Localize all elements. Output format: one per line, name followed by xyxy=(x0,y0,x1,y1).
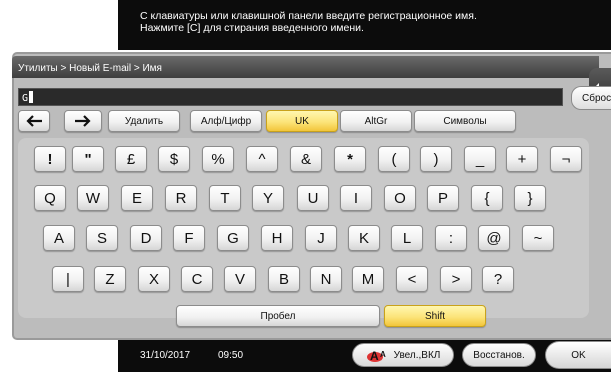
key[interactable]: ? xyxy=(482,266,514,292)
reset-button[interactable]: Сброс xyxy=(571,86,611,110)
key[interactable]: ¬ xyxy=(550,146,582,172)
restore-button[interactable]: Восстанов. xyxy=(462,343,536,367)
zoom-text-icon: A A xyxy=(366,349,386,363)
key[interactable]: O xyxy=(384,185,416,211)
instruction-line-1: С клавиатуры или клавишной панели введит… xyxy=(140,10,477,22)
arrow-right-icon xyxy=(75,115,91,127)
key[interactable]: ) xyxy=(420,146,452,172)
key[interactable]: V xyxy=(224,266,256,292)
status-time: 09:50 xyxy=(218,350,244,361)
key[interactable]: W xyxy=(77,185,109,211)
key[interactable]: £ xyxy=(115,146,147,172)
key[interactable]: + xyxy=(506,146,538,172)
name-input[interactable]: G xyxy=(18,88,563,106)
key[interactable]: J xyxy=(305,225,337,251)
status-date: 31/10/2017 xyxy=(140,350,191,361)
key[interactable]: L xyxy=(391,225,423,251)
key[interactable]: R xyxy=(165,185,197,211)
key[interactable]: I xyxy=(340,185,372,211)
key[interactable]: $ xyxy=(158,146,190,172)
symbols-button[interactable]: Символы xyxy=(414,110,516,132)
zoom-toggle-button[interactable]: A A Увел.,ВКЛ xyxy=(352,343,454,367)
uk-layout-button[interactable]: UK xyxy=(266,110,338,132)
key[interactable]: @ xyxy=(478,225,510,251)
alphanumeric-button[interactable]: Алф/Цифр xyxy=(190,110,262,132)
key[interactable]: X xyxy=(138,266,170,292)
name-input-value: G xyxy=(22,91,34,104)
key[interactable]: : xyxy=(435,225,467,251)
key[interactable]: ! xyxy=(34,146,66,172)
key[interactable]: ~ xyxy=(522,225,554,251)
cursor-right-button[interactable] xyxy=(64,110,102,132)
key[interactable]: H xyxy=(261,225,293,251)
key[interactable]: } xyxy=(514,185,546,211)
key[interactable]: U xyxy=(297,185,329,211)
zoom-toggle-label: Увел.,ВКЛ xyxy=(393,349,441,361)
key[interactable]: Q xyxy=(34,185,66,211)
key[interactable]: ^ xyxy=(246,146,278,172)
key[interactable]: S xyxy=(86,225,118,251)
key[interactable]: K xyxy=(348,225,380,251)
key[interactable]: Z xyxy=(94,266,126,292)
key[interactable]: { xyxy=(471,185,503,211)
key[interactable]: T xyxy=(209,185,241,211)
key[interactable]: B xyxy=(268,266,300,292)
key[interactable]: & xyxy=(290,146,322,172)
svg-text:A: A xyxy=(380,350,386,359)
key[interactable]: N xyxy=(310,266,342,292)
delete-button[interactable]: Удалить xyxy=(108,110,180,132)
key[interactable]: M xyxy=(352,266,384,292)
key[interactable]: < xyxy=(396,266,428,292)
key[interactable]: _ xyxy=(464,146,496,172)
key[interactable]: Y xyxy=(252,185,284,211)
shift-button[interactable]: Shift xyxy=(384,305,486,327)
instruction-line-2: Нажмите [С] для стирания введенного имен… xyxy=(140,22,364,34)
key[interactable]: D xyxy=(130,225,162,251)
key[interactable]: A xyxy=(43,225,75,251)
breadcrumb: Утилиты > Новый E-mail > Имя xyxy=(18,63,162,74)
key[interactable]: > xyxy=(440,266,472,292)
key[interactable]: % xyxy=(202,146,234,172)
ok-button[interactable]: OK xyxy=(545,341,611,369)
instruction-message: С клавиатуры или клавишной панели введит… xyxy=(140,10,477,34)
key[interactable]: G xyxy=(217,225,249,251)
key[interactable]: " xyxy=(72,146,104,172)
svg-text:A: A xyxy=(370,349,379,363)
space-button[interactable]: Пробел xyxy=(176,305,380,327)
key[interactable]: C xyxy=(181,266,213,292)
key[interactable]: F xyxy=(173,225,205,251)
key[interactable]: * xyxy=(334,146,366,172)
cursor-left-button[interactable] xyxy=(18,110,50,132)
key[interactable]: P xyxy=(427,185,459,211)
key[interactable]: E xyxy=(121,185,153,211)
key[interactable]: | xyxy=(52,266,84,292)
arrow-left-icon xyxy=(26,115,42,127)
text-cursor xyxy=(29,91,34,103)
altgr-button[interactable]: AltGr xyxy=(340,110,412,132)
key[interactable]: ( xyxy=(378,146,410,172)
